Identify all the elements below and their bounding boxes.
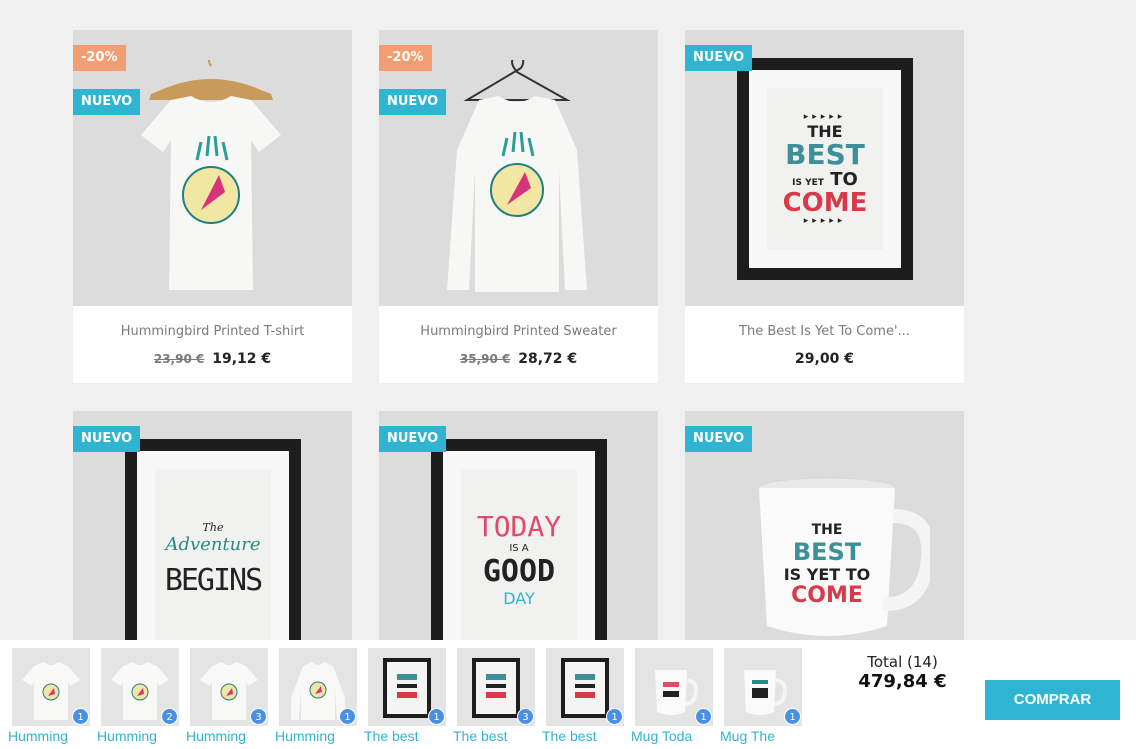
cart-item-label[interactable]: Humming (186, 728, 272, 744)
product-prices: 29,00 € (685, 351, 964, 367)
cart-item-label[interactable]: Humming (8, 728, 94, 744)
quantity-badge: 1 (695, 708, 712, 725)
svg-text:BEST: BEST (793, 538, 862, 566)
product-info: Hummingbird Printed Sweater 35,90 € 28,7… (379, 306, 658, 383)
product-card[interactable]: -20% NUEVO Hummingbird Printed T-shirt 2… (73, 30, 352, 383)
framed-poster: TODAY IS A GOOD DAY (431, 439, 607, 661)
cart-item-thumbnail[interactable]: 3 (457, 648, 535, 726)
total-amount: 479,84 € (858, 671, 947, 692)
product-card[interactable]: THE BEST IS YET TO COME NUEVO (685, 411, 964, 661)
total-label: Total (14) (867, 653, 938, 671)
product-image[interactable]: THE BEST IS YET TO COME NUEVO (685, 411, 964, 661)
product-name[interactable]: Hummingbird Printed Sweater (379, 324, 658, 342)
cart-item-thumbnail[interactable]: 2 (101, 648, 179, 726)
triangle-row: ▸▸▸▸▸ (803, 112, 847, 122)
framed-poster: ▸▸▸▸▸ THE BEST IS YET TO COME ▸▸▸▸▸ (737, 58, 913, 280)
cart-total: Total (14) 479,84 € (855, 653, 950, 692)
quantity-badge: 1 (72, 708, 89, 725)
quantity-badge: 3 (517, 708, 534, 725)
quantity-badge: 3 (250, 708, 267, 725)
cart-item-thumbnail[interactable]: 1 (546, 648, 624, 726)
mug-image: THE BEST IS YET TO COME (758, 477, 930, 636)
poster-art: TODAY IS A GOOD DAY (461, 469, 577, 649)
new-flag: NUEVO (379, 89, 447, 115)
cart-summary-bar: 1 Humming 2 Humming 3 Humming 1 Humming … (0, 640, 1136, 749)
new-flag: NUEVO (685, 45, 753, 71)
product-price: 29,00 € (795, 351, 854, 367)
product-card[interactable]: ▸▸▸▸▸ THE BEST IS YET TO COME ▸▸▸▸▸ NUEV… (685, 30, 964, 383)
cart-item-thumbnail[interactable]: 1 (635, 648, 713, 726)
quantity-badge: 1 (784, 708, 801, 725)
cart-item-thumbnail[interactable]: 1 (368, 648, 446, 726)
cart-item-label[interactable]: Humming (97, 728, 183, 744)
cart-item-thumbnail[interactable]: 1 (724, 648, 802, 726)
product-price: 28,72 € (518, 351, 578, 367)
product-name[interactable]: Hummingbird Printed T-shirt (73, 324, 352, 342)
discount-flag: -20% (73, 45, 126, 71)
product-image[interactable]: ▸▸▸▸▸ THE BEST IS YET TO COME ▸▸▸▸▸ NUEV… (685, 30, 964, 306)
product-image[interactable]: -20% NUEVO (379, 30, 658, 306)
product-card[interactable]: -20% NUEVO Hummingbird Printed Sweater 3… (379, 30, 658, 383)
regular-price: 35,90 € (459, 352, 511, 366)
product-image[interactable]: The Adventure BEGINS NUEVO (73, 411, 352, 661)
tshirt-image (141, 60, 281, 290)
discount-flag: -20% (379, 45, 432, 71)
new-flag: NUEVO (73, 89, 141, 115)
new-flag: NUEVO (685, 426, 753, 452)
product-image[interactable]: TODAY IS A GOOD DAY NUEVO (379, 411, 658, 661)
cart-item-thumbnail[interactable]: 1 (12, 648, 90, 726)
svg-text:THE: THE (812, 522, 843, 538)
cart-item-label[interactable]: Humming (275, 728, 361, 744)
svg-text:IS YET TO: IS YET TO (784, 565, 871, 584)
product-image[interactable]: -20% NUEVO (73, 30, 352, 306)
poster-art: ▸▸▸▸▸ THE BEST IS YET TO COME ▸▸▸▸▸ (767, 88, 883, 250)
cart-item-label[interactable]: The best (542, 728, 628, 744)
cart-item-label[interactable]: Mug Toda (631, 728, 717, 744)
product-prices: 35,90 € 28,72 € (379, 351, 658, 367)
product-info: Hummingbird Printed T-shirt 23,90 € 19,1… (73, 306, 352, 383)
framed-poster: The Adventure BEGINS (125, 439, 301, 661)
quantity-badge: 2 (161, 708, 178, 725)
svg-text:COME: COME (791, 583, 863, 608)
quantity-badge: 1 (339, 708, 356, 725)
product-prices: 23,90 € 19,12 € (73, 351, 352, 367)
cart-item-label[interactable]: The best (453, 728, 539, 744)
quantity-badge: 1 (428, 708, 445, 725)
cart-item-thumbnail[interactable]: 1 (279, 648, 357, 726)
sweater-image (447, 60, 587, 292)
product-card[interactable]: The Adventure BEGINS NUEVO (73, 411, 352, 661)
new-flag: NUEVO (73, 426, 141, 452)
cart-item-label[interactable]: The best (364, 728, 450, 744)
cart-item-label[interactable]: Mug The (720, 728, 806, 744)
product-name[interactable]: The Best Is Yet To Come'... (685, 324, 964, 342)
cart-item-thumbnail[interactable]: 3 (190, 648, 268, 726)
poster-art: The Adventure BEGINS (155, 469, 271, 649)
buy-button[interactable]: COMPRAR (985, 680, 1120, 720)
triangle-row: ▸▸▸▸▸ (803, 216, 847, 226)
product-price: 19,12 € (212, 351, 272, 367)
regular-price: 23,90 € (153, 352, 205, 366)
quantity-badge: 1 (606, 708, 623, 725)
product-card[interactable]: TODAY IS A GOOD DAY NUEVO (379, 411, 658, 661)
new-flag: NUEVO (379, 426, 447, 452)
product-info: The Best Is Yet To Come'... 29,00 € (685, 306, 964, 383)
